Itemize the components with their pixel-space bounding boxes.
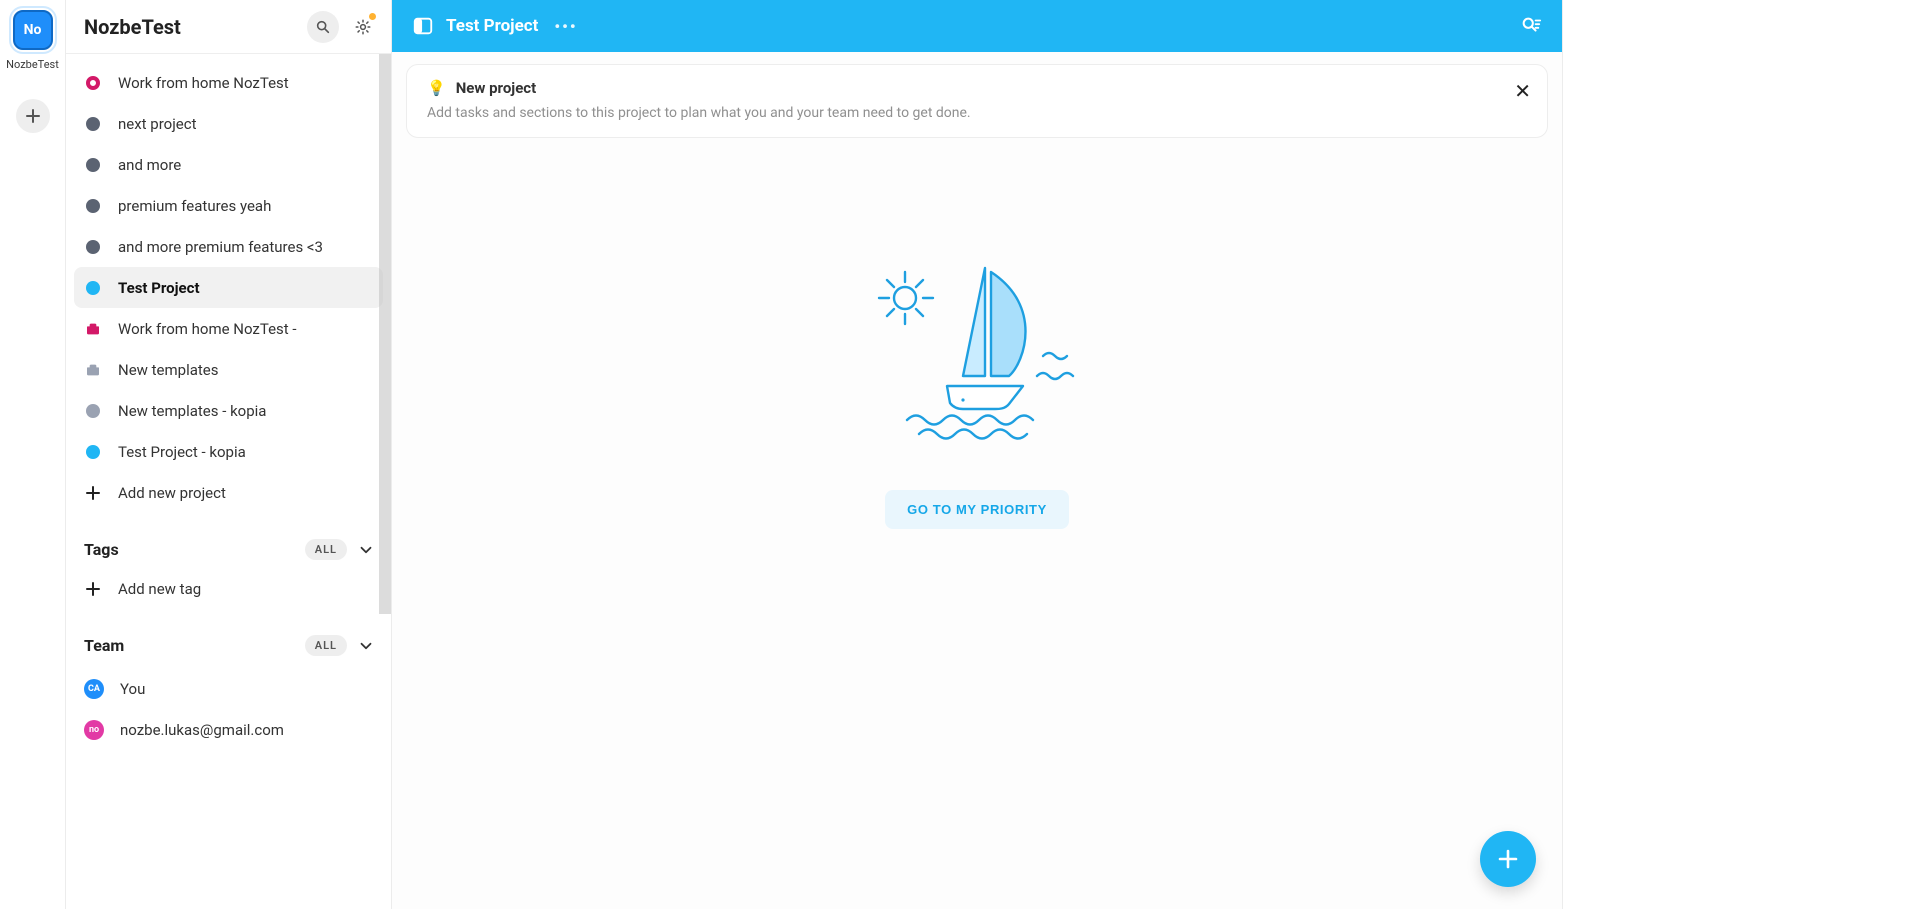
tip-body: Add tasks and sections to this project t… — [427, 105, 1527, 121]
sailboat-illustration-icon — [867, 258, 1087, 448]
more-menu-button[interactable]: ••• — [554, 17, 577, 36]
project-label: Test Project — [118, 279, 200, 297]
avatar: CA — [84, 679, 104, 699]
tags-filter-pill[interactable]: ALL — [305, 539, 347, 560]
team-member[interactable]: CA You — [74, 668, 383, 709]
chevron-down-icon[interactable] — [357, 637, 375, 655]
scrollbar[interactable] — [379, 54, 391, 614]
sidebar-item-project[interactable]: next project — [74, 103, 383, 144]
add-tag-label: Add new tag — [118, 580, 201, 598]
tip-title: New project — [456, 79, 537, 97]
sidebar: NozbeTest Work from home NozTest next pr… — [66, 0, 392, 909]
project-color-icon — [86, 76, 100, 90]
lightbulb-icon: 💡 — [427, 79, 446, 97]
sidebar-item-project[interactable]: New templates - kopia — [74, 390, 383, 431]
plus-icon — [1497, 848, 1519, 870]
project-label: Work from home NozTest — [118, 74, 289, 92]
chevron-down-icon[interactable] — [357, 541, 375, 559]
briefcase-icon — [85, 321, 101, 337]
page-title: Test Project — [446, 16, 538, 36]
sidebar-item-project[interactable]: New templates — [74, 349, 383, 390]
main-column: Test Project ••• 💡 New project Add tasks… — [392, 0, 1562, 909]
content-area: 💡 New project Add tasks and sections to … — [392, 52, 1562, 909]
project-color-icon — [86, 117, 100, 131]
search-button[interactable] — [307, 11, 339, 43]
plus-icon — [25, 108, 41, 124]
go-to-priority-button[interactable]: GO TO MY PRIORITY — [885, 490, 1069, 529]
plus-icon — [85, 581, 101, 597]
filter-icon — [1520, 15, 1542, 37]
sidebar-header: NozbeTest — [66, 0, 391, 54]
search-icon — [315, 19, 331, 35]
project-label: premium features yeah — [118, 197, 271, 215]
team-filter-pill[interactable]: ALL — [305, 635, 347, 656]
workspace-switcher[interactable]: No — [9, 6, 57, 54]
project-color-icon — [86, 404, 100, 418]
team-section-header[interactable]: Team ALL — [66, 617, 391, 664]
workspace-label: NozbeTest — [6, 58, 59, 71]
sidebar-item-project[interactable]: Test Project - kopia — [74, 431, 383, 472]
sidebar-title: NozbeTest — [84, 15, 299, 39]
project-color-icon — [86, 158, 100, 172]
avatar: no — [84, 720, 104, 740]
team-list: CA You no nozbe.lukas@gmail.com — [66, 664, 391, 754]
project-color-icon — [86, 240, 100, 254]
project-label: New templates — [118, 361, 219, 379]
project-label: Work from home NozTest - — [118, 320, 297, 338]
sidebar-item-project[interactable]: and more — [74, 144, 383, 185]
filter-button[interactable] — [1520, 15, 1542, 37]
sidebar-item-project[interactable]: Test Project — [74, 267, 383, 308]
project-color-icon — [86, 199, 100, 213]
close-icon: ✕ — [1514, 79, 1531, 103]
add-project-button[interactable]: Add new project — [74, 472, 383, 513]
sidebar-item-project[interactable]: Work from home NozTest — [74, 62, 383, 103]
project-label: New templates - kopia — [118, 402, 266, 420]
workspace-badge[interactable]: No — [13, 10, 53, 50]
project-color-icon — [86, 445, 100, 459]
project-label: and more — [118, 156, 181, 174]
sidebar-item-project[interactable]: premium features yeah — [74, 185, 383, 226]
gear-icon — [354, 18, 372, 36]
add-workspace-button[interactable] — [16, 99, 50, 133]
empty-state: GO TO MY PRIORITY — [867, 258, 1087, 529]
topbar: Test Project ••• — [392, 0, 1562, 52]
sidebar-scroll-area[interactable]: Work from home NozTest next project and … — [66, 54, 391, 909]
team-member-label: nozbe.lukas@gmail.com — [120, 721, 284, 739]
project-label: next project — [118, 115, 197, 133]
team-title: Team — [84, 636, 305, 655]
close-button[interactable]: ✕ — [1514, 79, 1531, 103]
project-list: Work from home NozTest next project and … — [66, 54, 391, 521]
detail-panel — [1562, 0, 1922, 909]
add-tag-button[interactable]: Add new tag — [74, 568, 383, 609]
sidebar-toggle-icon[interactable] — [412, 15, 434, 37]
project-color-icon — [86, 281, 100, 295]
avatar-initials: no — [89, 725, 99, 735]
workspace-badge-text: No — [24, 22, 42, 38]
tags-section-header[interactable]: Tags ALL — [66, 521, 391, 568]
add-project-label: Add new project — [118, 484, 226, 502]
tags-title: Tags — [84, 540, 305, 559]
sidebar-item-project[interactable]: Work from home NozTest - — [74, 308, 383, 349]
notification-dot-icon — [369, 13, 376, 20]
sidebar-item-project[interactable]: and more premium features <3 — [74, 226, 383, 267]
plus-icon — [85, 485, 101, 501]
workspace-rail: No NozbeTest — [0, 0, 66, 909]
add-task-fab[interactable] — [1480, 831, 1536, 887]
team-member-label: You — [120, 680, 145, 698]
project-label: Test Project - kopia — [118, 443, 246, 461]
team-member[interactable]: no nozbe.lukas@gmail.com — [74, 709, 383, 750]
ellipsis-icon: ••• — [554, 17, 577, 36]
avatar-initials: CA — [88, 684, 100, 694]
briefcase-icon — [85, 362, 101, 378]
project-label: and more premium features <3 — [118, 238, 323, 256]
settings-button[interactable] — [347, 11, 379, 43]
tip-card: 💡 New project Add tasks and sections to … — [406, 64, 1548, 138]
